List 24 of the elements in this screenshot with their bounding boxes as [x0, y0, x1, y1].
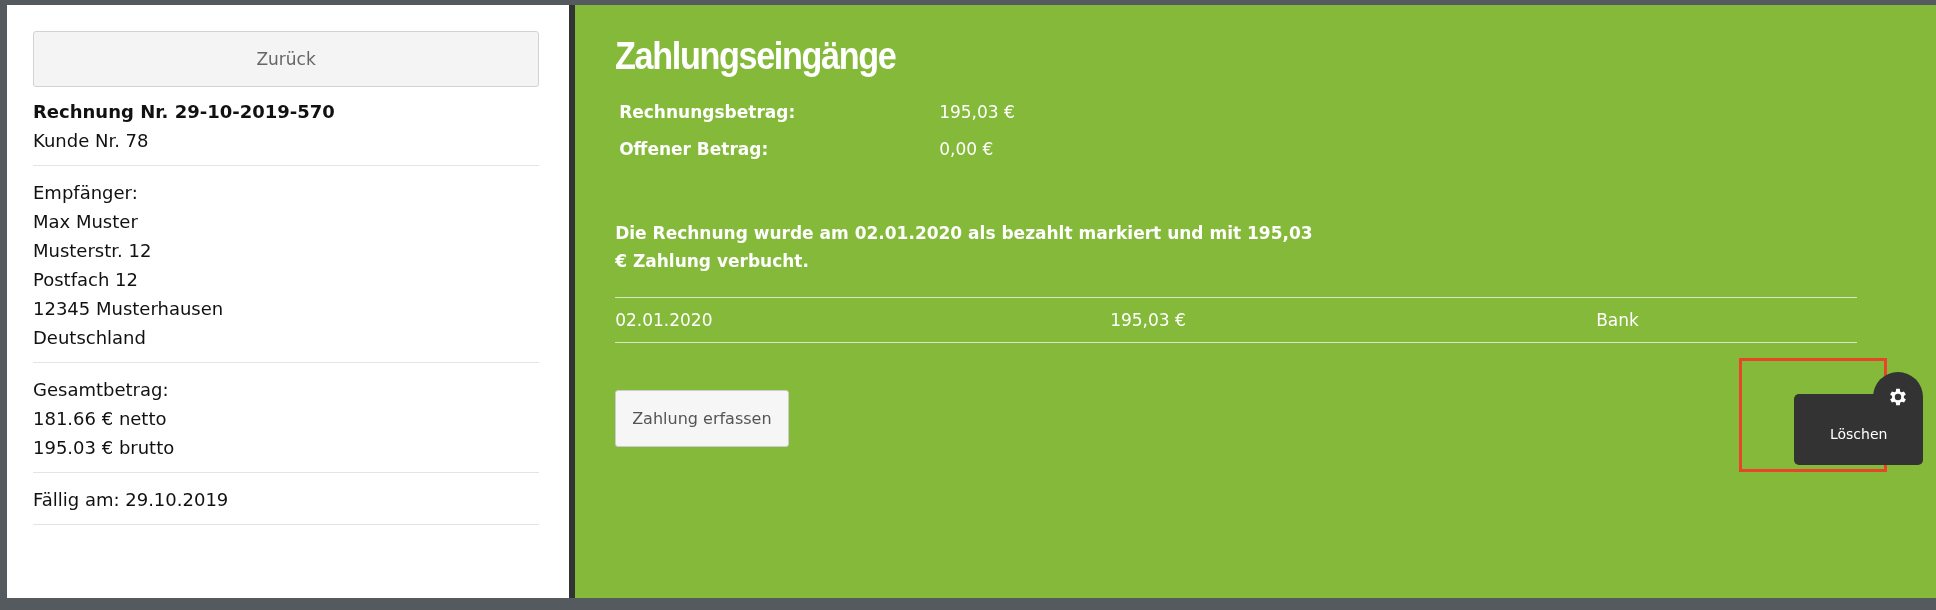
- address-line: Musterstr. 12: [33, 239, 153, 263]
- address-line: Max Muster: [33, 210, 139, 234]
- payment-method: Bank: [1596, 310, 1640, 330]
- summary-label: Rechnungsbetrag:: [619, 102, 797, 122]
- summary-value: 0,00 €: [939, 139, 995, 159]
- address-line: Deutschland: [33, 326, 147, 350]
- payment-message: Die Rechnung wurde am 02.01.2020 als bezahlt markiert und mit 195,03 € Zahlung verbucht.: [615, 222, 1314, 273]
- total-line: Gesamtbetrag:: [33, 378, 170, 402]
- due-date: Fällig am: 29.10.2019: [33, 488, 230, 512]
- invoice-title: Rechnung Nr. 29-10-2019-570: [33, 100, 336, 124]
- address-line: Empfänger:: [33, 181, 139, 205]
- page-title: Zahlungseingänge: [615, 35, 896, 78]
- payment-amount: 195,03 €: [1110, 310, 1187, 330]
- back-button[interactable]: Zurück: [33, 31, 540, 87]
- address-line: 12345 Musterhausen: [33, 297, 225, 321]
- total-line: 195.03 € brutto: [33, 436, 176, 460]
- customer-number: Kunde Nr. 78: [33, 129, 150, 153]
- add-payment-button[interactable]: Zahlung erfassen: [615, 390, 789, 447]
- summary-value: 195,03 €: [939, 102, 1016, 122]
- summary-label: Offener Betrag:: [619, 139, 770, 159]
- payment-date: 02.01.2020: [615, 310, 714, 330]
- total-line: 181.66 € netto: [33, 407, 168, 431]
- address-line: Postfach 12: [33, 268, 139, 292]
- menu-item[interactable]: Löschen: [1819, 419, 1898, 448]
